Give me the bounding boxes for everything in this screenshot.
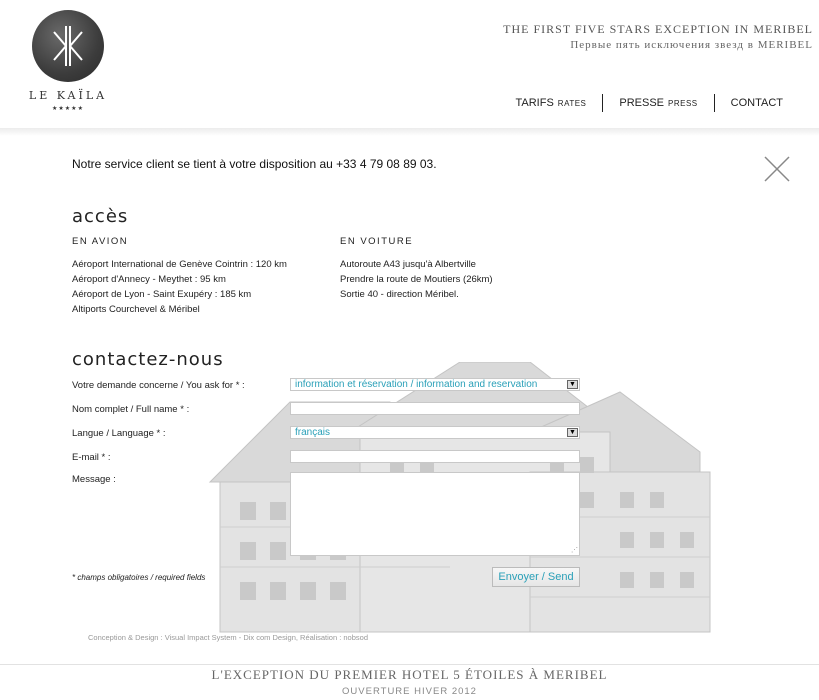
subtitle-en-avion: EN AVION [72, 236, 129, 247]
footer-subtitle: OUVERTURE HIVER 2012 [342, 686, 477, 697]
nav-sublabel: RATES [557, 99, 587, 108]
list-item: Sortie 40 - direction Méribel. [340, 289, 459, 300]
resize-grip-icon[interactable]: ⋰ [571, 547, 578, 554]
language-selected-value: français [295, 427, 331, 438]
required-fields-note: * champs obligatoires / required fields [72, 573, 206, 582]
list-item: Aéroport International de Genève Cointri… [72, 259, 287, 270]
demande-select[interactable]: information et réservation / information… [290, 378, 580, 391]
section-title-contact: contactez-nous [72, 349, 224, 370]
credits-text: Conception & Design : Visual Impact Syst… [88, 633, 368, 642]
logo[interactable]: LE KAÏLA ★★★★★ [29, 10, 106, 112]
nav-label: PRESSE [619, 97, 665, 109]
send-button[interactable]: Envoyer / Send [492, 567, 580, 587]
footer-divider [0, 664, 819, 665]
header-divider [0, 128, 819, 136]
chevron-down-icon[interactable]: ▼ [567, 428, 578, 437]
nav-sublabel: PRESS [668, 99, 698, 108]
list-item: Autoroute A43 jusqu'à Albertville [340, 259, 476, 270]
brand-stars: ★★★★★ [52, 106, 84, 112]
nav-label: CONTACT [730, 97, 783, 109]
service-phone-text: Notre service client se tient à votre di… [72, 157, 437, 171]
nav-item-presse[interactable]: PRESSE PRESS [603, 97, 713, 109]
full-name-input[interactable] [290, 402, 580, 415]
tagline-english: THE FIRST FIVE STARS EXCEPTION IN MERIBE… [503, 22, 813, 36]
section-title-acces: accès [72, 206, 129, 227]
brand-name: LE KAÏLA [28, 89, 108, 102]
voiture-list: Autoroute A43 jusqu'à Albertville Prendr… [340, 257, 493, 302]
nav-item-contact[interactable]: CONTACT [715, 97, 799, 109]
list-item: Prendre la route de Moutiers (26km) [340, 274, 493, 285]
demande-selected-value: information et réservation / information… [295, 379, 538, 390]
chevron-down-icon[interactable]: ▼ [567, 380, 578, 389]
nav-item-tarifs[interactable]: TARIFS RATES [500, 97, 603, 109]
list-item: Aéroport d'Annecy - Meythet : 95 km [72, 274, 226, 285]
close-icon[interactable] [764, 156, 790, 182]
list-item: Altiports Courchevel & Méribel [72, 304, 200, 315]
email-input[interactable] [290, 450, 580, 463]
language-select[interactable]: français ▼ [290, 426, 580, 439]
language-label: Langue / Language * : [72, 428, 166, 439]
nav-label: TARIFS [515, 97, 554, 109]
list-item: Aéroport de Lyon - Saint Exupéry : 185 k… [72, 289, 252, 300]
name-label: Nom complet / Full name * : [72, 404, 190, 415]
footer-title: L'EXCEPTION DU PREMIER HOTEL 5 ÉTOILES À… [211, 667, 608, 682]
demande-label: Votre demande concerne / You ask for * : [72, 380, 245, 391]
logo-emblem-icon [32, 10, 104, 82]
email-label: E-mail * : [72, 452, 111, 463]
message-label: Message : [72, 474, 116, 485]
avion-list: Aéroport International de Genève Cointri… [72, 257, 287, 317]
main-nav: TARIFS RATES PRESSE PRESS CONTACT [500, 94, 800, 112]
subtitle-en-voiture: EN VOITURE [340, 236, 414, 247]
message-textarea[interactable]: ⋰ [290, 472, 580, 556]
tagline-russian: Первые пять исключения звезд в MERIBEL [570, 39, 813, 51]
